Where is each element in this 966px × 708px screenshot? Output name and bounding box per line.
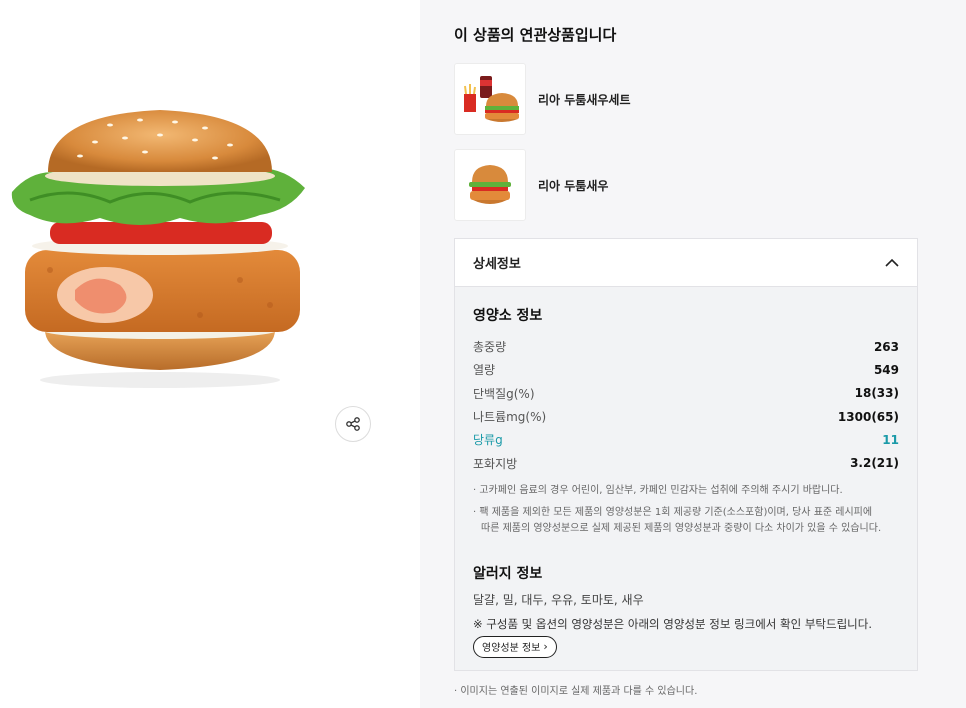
related-products-title: 이 상품의 연관상품입니다 <box>454 26 617 44</box>
image-disclaimer: · 이미지는 연출된 이미지로 실제 제품과 다를 수 있습니다. <box>454 686 698 697</box>
nutrition-value: 1300(65) <box>837 409 899 424</box>
caffeine-notice: · 고카페인 음료의 경우 어린이, 임산부, 카페인 민감자는 섭취에 주의해… <box>473 484 843 496</box>
nutrition-label: 나트륨mg(%) <box>473 410 547 425</box>
nutrition-value: 263 <box>873 339 899 354</box>
nutrition-value: 18(33) <box>854 386 899 401</box>
notice-line: · 팩 제품을 제외한 모든 제품의 영양성분은 1회 제공량 기준(소스포함)… <box>473 506 873 518</box>
product-info-pane: 이 상품의 연관상품입니다 리아 두툼새우세트 리아 두툼새우 상세정보 영양소… <box>420 0 966 708</box>
chevron-right-icon: › <box>543 640 548 654</box>
notice-line: 따른 제품의 영양성분으로 실제 제공된 제품의 영양성분과 중량이 다소 차이… <box>481 522 882 534</box>
nutrition-value: 11 <box>882 432 899 447</box>
chevron-up-icon <box>885 258 899 267</box>
nutrition-label: 당류g <box>473 433 503 448</box>
nutrition-row-weight: 총중량 263 <box>473 335 899 358</box>
nutrition-label: 단백질g(%) <box>473 386 535 401</box>
nutrition-row-sodium: 나트륨mg(%) 1300(65) <box>473 405 899 428</box>
nutrition-value: 549 <box>873 362 899 377</box>
nutrition-label: 포화지방 <box>473 456 518 471</box>
nutrition-row-sugar: 당류g 11 <box>473 428 899 451</box>
burger-set-thumbnail <box>454 63 526 135</box>
product-image-pane <box>0 0 420 708</box>
related-item-single[interactable]: 리아 두툼새우 <box>454 149 608 221</box>
nutrition-basis-notice: · 팩 제품을 제외한 모든 제품의 영양성분은 1회 제공량 기준(소스포함)… <box>473 505 899 537</box>
detail-info-title: 상세정보 <box>473 257 521 272</box>
allergy-list: 달걀, 밀, 대두, 우유, 토마토, 새우 <box>473 592 644 607</box>
share-icon <box>346 417 360 431</box>
related-item-name: 리아 두툼새우 <box>538 178 609 193</box>
share-button[interactable] <box>335 406 371 442</box>
related-item-set[interactable]: 리아 두툼새우세트 <box>454 63 631 135</box>
nutrition-info-link[interactable]: 영양성분 정보 › <box>473 635 557 658</box>
detail-info-toggle[interactable]: 상세정보 <box>455 239 917 287</box>
nutrition-row-calories: 열량 549 <box>473 358 899 381</box>
nutrition-link-label: 영양성분 정보 <box>482 643 541 655</box>
nutrition-row-saturated-fat: 포화지방 3.2(21) <box>473 451 899 474</box>
nutrition-row-protein: 단백질g(%) 18(33) <box>473 382 899 405</box>
nutrition-value: 3.2(21) <box>850 456 899 471</box>
nutrition-label: 열량 <box>473 363 496 378</box>
allergy-note: ※ 구성품 및 옵션의 영양성분은 아래의 영양성분 정보 링크에서 확인 부탁… <box>473 616 872 631</box>
allergy-heading: 알러지 정보 <box>473 565 543 582</box>
shrimp-burger-image <box>11 110 306 388</box>
burger-thumbnail <box>454 149 526 221</box>
nutrition-label: 총중량 <box>473 340 507 355</box>
nutrition-heading: 영양소 정보 <box>473 308 543 324</box>
detail-info-panel: 상세정보 영양소 정보 총중량 263 열량 549 단백질g(%) 18(33… <box>454 238 918 671</box>
related-item-name: 리아 두툼새우세트 <box>538 92 631 107</box>
